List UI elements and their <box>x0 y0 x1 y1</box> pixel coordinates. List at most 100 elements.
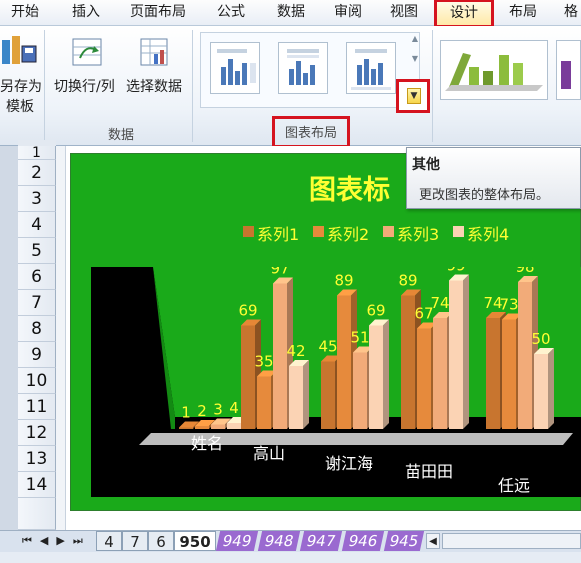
row-header[interactable]: 6 <box>18 264 56 290</box>
save-as-template-button[interactable] <box>0 34 40 70</box>
more-dropdown-icon: ▼ <box>407 88 421 104</box>
row-header[interactable]: 4 <box>18 212 56 238</box>
bar <box>401 295 415 429</box>
horizontal-scrollbar[interactable] <box>442 533 581 549</box>
legend-swatch-4 <box>453 226 464 237</box>
tooltip-description: 更改图表的整体布局。 <box>419 188 550 203</box>
chart-layouts-group-highlight: 图表布局 <box>272 116 350 148</box>
tab-scroll-right-icon[interactable]: ◀ <box>426 533 440 549</box>
chart-layout-thumbnail-icon <box>287 49 319 85</box>
chart-layout-option-2[interactable] <box>278 42 328 94</box>
legend-swatch-3 <box>383 226 394 237</box>
gallery-scroll-down-icon[interactable]: ▼ <box>410 54 420 68</box>
category-label: 谢江海 <box>325 454 373 473</box>
sheet-tab[interactable]: 947 <box>299 531 343 551</box>
bar <box>417 328 431 429</box>
gallery-scroll-up-icon[interactable]: ▲ <box>410 34 420 48</box>
row-header[interactable]: 14 <box>18 472 56 498</box>
chart-style-thumbnail-icon <box>445 53 543 91</box>
category-label: 任远 <box>498 476 530 495</box>
bar <box>353 352 367 429</box>
row-header[interactable]: 1 <box>18 146 56 160</box>
sheet-tab[interactable]: 946 <box>341 531 385 551</box>
row-header[interactable]: 3 <box>18 186 56 212</box>
tab-page-layout[interactable]: 页面布局 <box>122 2 194 24</box>
bar-side <box>383 319 389 429</box>
bar <box>179 427 193 429</box>
data-label: 2 <box>197 402 207 420</box>
sheet-gridline <box>56 146 66 530</box>
data-label: 89 <box>398 272 417 290</box>
bar <box>518 282 532 429</box>
row-header[interactable]: 8 <box>18 316 56 342</box>
sheet-tab[interactable]: 7 <box>122 531 148 551</box>
chart-legend[interactable]: 系列1 系列2 系列3 系列4 <box>71 220 581 244</box>
row-header[interactable]: 11 <box>18 394 56 420</box>
row-header[interactable]: 10 <box>18 368 56 394</box>
legend-label: 系列3 <box>397 225 440 244</box>
chart-layout-option-3[interactable] <box>346 42 396 94</box>
bar-side <box>548 348 554 429</box>
bar <box>273 283 287 429</box>
select-data-button[interactable] <box>138 36 174 70</box>
tab-review[interactable]: 审阅 <box>324 2 372 24</box>
data-label: 69 <box>238 302 257 320</box>
tab-format[interactable]: 格 <box>556 2 581 24</box>
sheet-tab[interactable]: 948 <box>257 531 301 551</box>
tab-insert[interactable]: 插入 <box>58 2 114 24</box>
sheet-tab-active[interactable]: 950 <box>174 531 216 551</box>
tab-layout[interactable]: 布局 <box>500 2 546 24</box>
tooltip-title: 其他 <box>412 157 440 173</box>
category-label: 高山 <box>253 444 285 463</box>
switch-row-column-button[interactable] <box>70 36 106 70</box>
bar <box>369 325 383 429</box>
data-label: 89 <box>334 272 353 290</box>
gallery-more-button[interactable]: ▼ <box>396 79 430 113</box>
chart-layout-option-1[interactable] <box>210 42 260 94</box>
chart-style-thumbnail-icon <box>561 61 571 89</box>
group-separator <box>192 30 193 142</box>
bar <box>241 325 255 429</box>
plot-svg: 1234姓名69359742高山45895169谢江海89677499苗田田74… <box>139 257 581 495</box>
data-label: 51 <box>350 329 369 347</box>
row-header[interactable]: 2 <box>18 160 56 186</box>
ribbon-tab-bar: 开始 插入 页面布局 公式 数据 审阅 视图 设计 布局 格 <box>0 0 581 28</box>
row-header[interactable]: 12 <box>18 420 56 446</box>
tab-view[interactable]: 视图 <box>380 2 428 24</box>
chart-title[interactable]: 图表标 <box>309 168 390 207</box>
legend-swatch-1 <box>243 226 254 237</box>
plot-area[interactable]: 1234姓名69359742高山45895169谢江海89677499苗田田74… <box>91 257 581 497</box>
row-header[interactable]: 5 <box>18 238 56 264</box>
category-label: 姓名 <box>191 434 223 453</box>
bar <box>257 376 271 429</box>
bar <box>337 295 351 429</box>
chart-style-option-1[interactable] <box>440 40 548 100</box>
data-label: 74 <box>430 294 449 312</box>
row-header[interactable]: 7 <box>18 290 56 316</box>
sheet-tab[interactable]: 949 <box>215 531 259 551</box>
data-label: 3 <box>213 401 223 419</box>
row-header-partial[interactable] <box>18 498 56 530</box>
chart-layout-thumbnail-icon <box>351 49 391 90</box>
sheet-tab[interactable]: 945 <box>383 531 425 551</box>
row-header[interactable]: 13 <box>18 446 56 472</box>
sheet-tab[interactable]: 4 <box>96 531 122 551</box>
legend-label: 系列2 <box>327 225 370 244</box>
tab-home[interactable]: 开始 <box>0 2 50 24</box>
status-strip <box>0 552 581 563</box>
bar <box>534 354 548 429</box>
tab-formulas[interactable]: 公式 <box>206 2 256 24</box>
tab-data[interactable]: 数据 <box>266 2 316 24</box>
chart-style-option-2[interactable] <box>556 40 581 100</box>
data-group-label: 数据 <box>107 128 134 143</box>
category-label: 苗田田 <box>405 462 453 481</box>
bar <box>211 424 225 429</box>
sheet-tab[interactable]: 6 <box>148 531 174 551</box>
data-label: 42 <box>286 342 305 360</box>
row-header[interactable]: 9 <box>18 342 56 368</box>
chart-layout-thumbnail-icon <box>217 49 256 85</box>
tooltip: 其他 更改图表的整体布局。 <box>406 147 581 209</box>
tab-design[interactable]: 设计 <box>434 0 494 28</box>
sheet-tab-bar: ⏮◀▶⏭ 4 7 6 950 949 948 947 946 945 ◀ <box>0 530 581 552</box>
sheet-nav-icons[interactable]: ⏮◀▶⏭ <box>22 534 91 548</box>
